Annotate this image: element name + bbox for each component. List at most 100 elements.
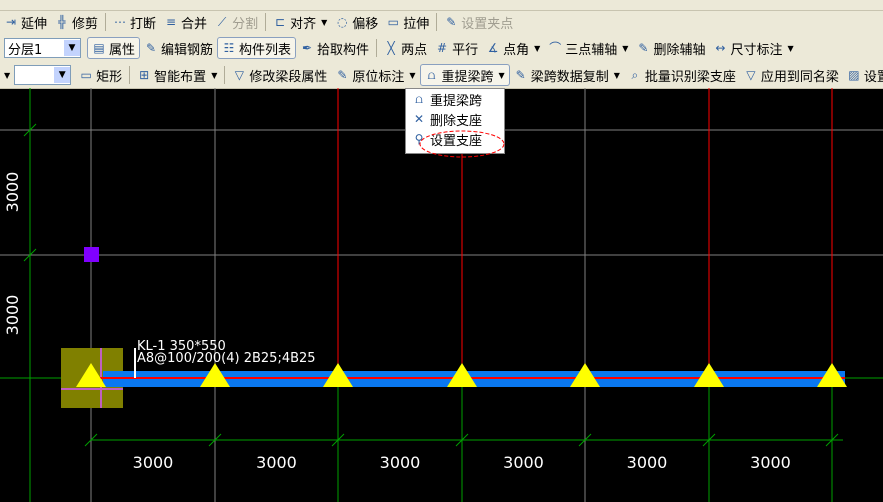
menu-item-label: 设置支座 xyxy=(430,133,483,149)
toolbar-button-three-point-axis[interactable]: ⌒ 三点辅轴 ▼ xyxy=(544,38,632,58)
re-span-icon: ⩍ xyxy=(427,68,436,82)
toolbar-button-split[interactable]: ⟋ 分割 xyxy=(211,12,262,32)
toolbar-button-offset[interactable]: ◌ 偏移 xyxy=(331,12,382,32)
toolbar-button-align[interactable]: ⊏ 对齐 ▼ xyxy=(269,12,331,32)
component-list-icon: ☷ xyxy=(223,41,235,55)
toolbar-button-smart-layout[interactable]: ⊞ 智能布置 ▼ xyxy=(133,65,221,85)
point-angle-icon: ∡ xyxy=(487,41,499,55)
delete-axis-icon: ✎ xyxy=(638,41,649,55)
button-label: 矩形 xyxy=(96,69,123,85)
layer-select-value: 分层1 xyxy=(8,42,43,58)
toolbar-button-rectangle[interactable]: ▭ 矩形 xyxy=(75,65,126,85)
split-icon: ⟋ xyxy=(217,15,227,29)
button-label: 属性 xyxy=(109,42,136,58)
caret-down-icon[interactable]: ▼ xyxy=(534,44,540,53)
button-label: 合并 xyxy=(181,16,208,32)
toolbar-button-component-list[interactable]: ☷ 构件列表 xyxy=(217,37,297,59)
divider xyxy=(436,13,438,31)
align-icon: ⊏ xyxy=(275,15,286,29)
offset-icon: ◌ xyxy=(337,15,348,29)
button-label: 应用到同名梁 xyxy=(760,69,839,85)
caret-down-icon[interactable]: ▼ xyxy=(499,71,505,80)
toolbar-button-in-place-label[interactable]: ✎ 原位标注 ▼ xyxy=(331,65,419,85)
toolbar-button-batch-support[interactable]: ⌕ 批量识别梁支座 xyxy=(624,65,740,85)
toolbar-button-stretch[interactable]: ▭ 拉伸 xyxy=(382,12,433,32)
set-support-icon: ⚲ xyxy=(414,132,424,146)
button-label: 偏移 xyxy=(352,16,379,32)
delete-support-icon: ✕ xyxy=(413,112,425,126)
button-label: 删除辅轴 xyxy=(653,42,706,58)
caret-down-icon[interactable]: ▼ xyxy=(614,71,620,80)
button-label: 三点辅轴 xyxy=(565,42,618,58)
caret-down-icon[interactable]: ▼ xyxy=(321,18,327,27)
modify-beam-icon: ▽ xyxy=(234,68,244,82)
button-label: 平行 xyxy=(452,42,479,58)
vertical-dimension: 3000 xyxy=(3,295,22,336)
grip-icon: ✎ xyxy=(446,15,457,29)
button-label: 尺寸标注 xyxy=(730,42,783,58)
button-label: 设置上部 xyxy=(863,69,883,85)
toolbar-button-dimension[interactable]: ↔ 尺寸标注 ▼ xyxy=(709,38,797,58)
toolbar-button-modify-beam[interactable]: ▽ 修改梁段属性 xyxy=(228,65,331,85)
menu-item-label: 重提梁跨 xyxy=(430,93,483,109)
button-label: 构件列表 xyxy=(239,42,292,58)
toolbar-button-merge[interactable]: ≡ 合并 xyxy=(160,12,211,32)
toolbar-area: ⇥ 延伸 ╬ 修剪 ⋯ 打断 ≡ 合并 ⟋ 分割 ⊏ 对齐 ▼ ◌ 偏移 ▭ 拉伸 ✎ 设置夹点 分层1 ▼ ▤ 属性 ✎ 编… xyxy=(0,0,883,89)
divider xyxy=(224,66,226,84)
toolbar-button-edit-rebar[interactable]: ✎ 编辑钢筋 xyxy=(140,38,217,58)
type-select[interactable]: ▼ xyxy=(14,65,72,85)
parallel-icon: # xyxy=(437,41,448,55)
toolbar-component: 分层1 ▼ ▤ 属性 ✎ 编辑钢筋 ☷ 构件列表 ✒ 拾取构件 ╳ 两点 # 平行 ∡ 点角 ▼ ⌒ 三点辅轴 ▼ ✎ 删… xyxy=(0,36,798,60)
toolbar-button-break[interactable]: ⋯ 打断 xyxy=(109,12,160,32)
chevron-down-icon[interactable]: ▼ xyxy=(54,67,71,83)
button-label: 批量识别梁支座 xyxy=(644,69,736,85)
menu-item-delete-support[interactable]: ✕ 删除支座 xyxy=(406,109,504,129)
button-label: 拾取构件 xyxy=(317,42,370,58)
toolbar-button-grip[interactable]: ✎ 设置夹点 xyxy=(440,12,517,32)
vertical-dimension: 3000 xyxy=(3,172,22,213)
toolbar-button-apply-same[interactable]: ▽ 应用到同名梁 xyxy=(740,65,843,85)
point-marker[interactable] xyxy=(84,247,99,262)
toolbar-button-pick[interactable]: ✒ 拾取构件 xyxy=(296,38,373,58)
caret-down-icon[interactable]: ▼ xyxy=(622,44,628,53)
toolbar-button-properties[interactable]: ▤ 属性 xyxy=(87,37,141,59)
span-dimension: 3000 xyxy=(503,453,544,472)
menu-item-re-span[interactable]: ⩍ 重提梁跨 xyxy=(406,89,504,109)
toolbar-beam: ▼ ▼ ▭ 矩形 ⊞ 智能布置 ▼ ▽ 修改梁段属性 ✎ 原位标注 ▼ ⩍ 重提梁跨 ▼ ✎ 梁跨数据复制 ▼ ⌕ 批… xyxy=(0,63,883,87)
toolbar-button-trim[interactable]: ╬ 修剪 xyxy=(51,12,102,32)
button-label: 打断 xyxy=(130,16,157,32)
pick-icon: ✒ xyxy=(302,41,313,55)
button-label: 梁跨数据复制 xyxy=(530,69,609,85)
span-dimension: 3000 xyxy=(627,453,668,472)
caret-down-icon[interactable]: ▼ xyxy=(409,71,415,80)
toolbar-button-re-span[interactable]: ⩍ 重提梁跨 ▼ xyxy=(419,64,510,86)
beam-label-line2: A8@100/200(4) 2B25;4B25 xyxy=(137,351,316,366)
stretch-icon: ▭ xyxy=(387,15,399,29)
set-top-icon: ▨ xyxy=(848,68,860,82)
smart-layout-icon: ⊞ xyxy=(139,68,150,82)
toolbar-button-two-point[interactable]: ╳ 两点 xyxy=(380,38,431,58)
divider xyxy=(129,66,131,84)
toolbar-button-extend[interactable]: ⇥ 延伸 xyxy=(0,12,51,32)
layer-select[interactable]: 分层1 ▼ xyxy=(4,38,81,58)
caret-down-icon[interactable]: ▼ xyxy=(211,71,217,80)
in-place-label-icon: ✎ xyxy=(337,68,348,82)
divider xyxy=(376,39,378,57)
edit-rebar-icon: ✎ xyxy=(145,41,157,55)
caret-down-icon[interactable]: ▼ xyxy=(787,44,793,53)
button-label: 原位标注 xyxy=(352,69,405,85)
toolbar-button-delete-axis[interactable]: ✎ 删除辅轴 xyxy=(632,38,709,58)
re-span-dropdown-menu: ⩍ 重提梁跨 ✕ 删除支座 ⚲ 设置支座 xyxy=(405,88,505,154)
button-label: 智能布置 xyxy=(154,69,207,85)
button-label: 重提梁跨 xyxy=(441,69,494,85)
button-label: 编辑钢筋 xyxy=(161,42,214,58)
toolbar-button-parallel[interactable]: # 平行 xyxy=(431,38,482,58)
menu-item-set-support[interactable]: ⚲ 设置支座 xyxy=(406,129,504,149)
toolbar-button-copy-span[interactable]: ✎ 梁跨数据复制 ▼ xyxy=(510,65,624,85)
toolbar-edit: ⇥ 延伸 ╬ 修剪 ⋯ 打断 ≡ 合并 ⟋ 分割 ⊏ 对齐 ▼ ◌ 偏移 ▭ 拉伸 ✎ 设置夹点 xyxy=(0,10,517,34)
extend-icon: ⇥ xyxy=(5,15,17,29)
toolbar-button-set-top[interactable]: ▨设置上部 xyxy=(843,65,883,85)
toolbar-button-point-angle[interactable]: ∡ 点角 ▼ xyxy=(482,38,544,58)
caret-down-icon[interactable]: ▼ xyxy=(4,71,10,80)
chevron-down-icon[interactable]: ▼ xyxy=(64,40,80,56)
